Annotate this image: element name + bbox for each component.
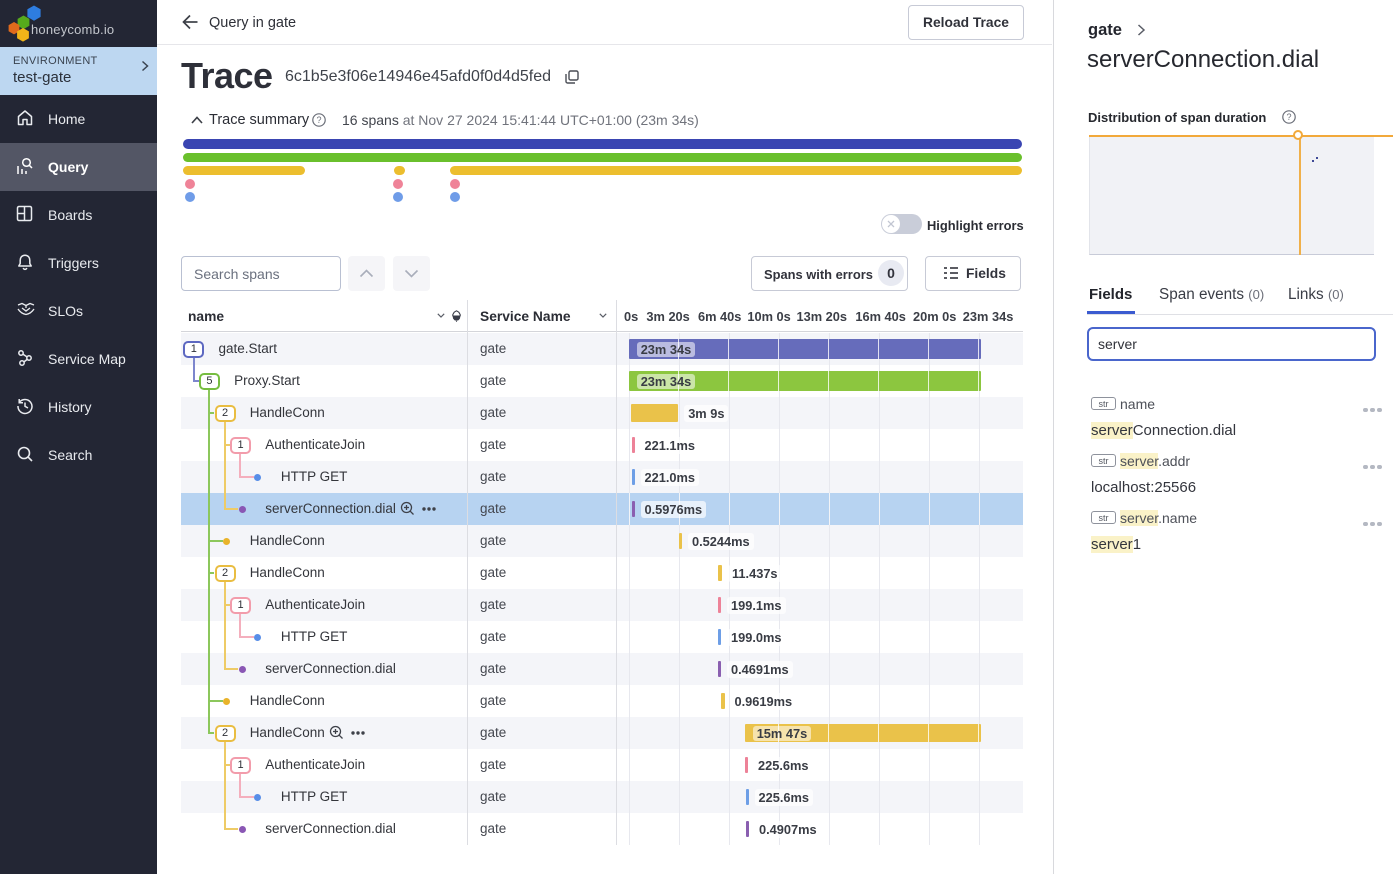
svg-text:?: ? bbox=[1286, 112, 1291, 122]
